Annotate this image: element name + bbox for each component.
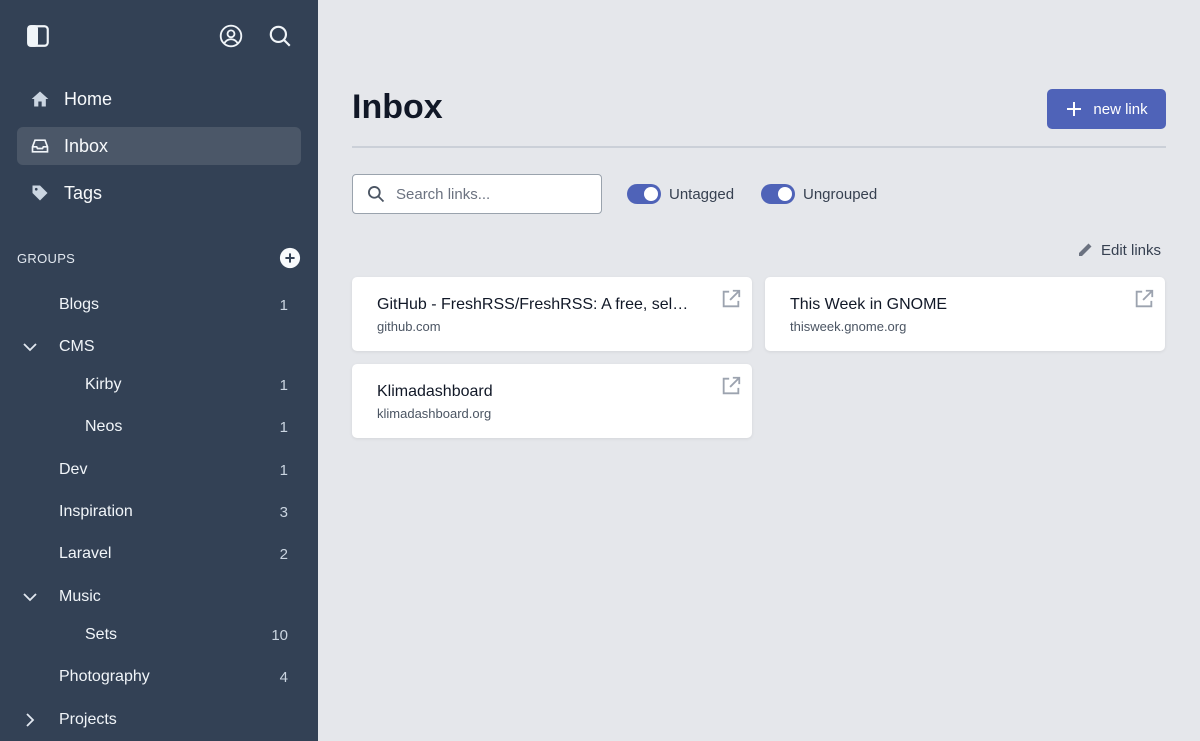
search-icon [368, 186, 385, 203]
link-title: GitHub - FreshRSS/FreshRSS: A free, self… [377, 296, 692, 313]
add-group-icon[interactable] [279, 247, 301, 269]
link-domain: github.com [377, 319, 441, 334]
home-icon [30, 89, 50, 109]
search-box [352, 174, 602, 214]
group-item-projects[interactable]: Projects [0, 702, 318, 738]
group-label: Music [59, 588, 101, 605]
group-count: 3 [279, 503, 288, 521]
group-item-inspiration[interactable]: Inspiration 3 [0, 494, 318, 530]
group-label: Photography [59, 668, 150, 685]
group-label: Kirby [85, 376, 122, 393]
external-link-icon[interactable] [1133, 288, 1155, 310]
link-card[interactable]: GitHub - FreshRSS/FreshRSS: A free, self… [352, 277, 752, 351]
external-link-icon[interactable] [720, 375, 742, 397]
group-count: 10 [271, 626, 288, 644]
chevron-down-icon[interactable] [22, 339, 38, 355]
group-item-neos[interactable]: Neos 1 [0, 409, 318, 445]
link-domain: klimadashboard.org [377, 406, 492, 421]
group-item-blogs[interactable]: Blogs 1 [0, 287, 318, 323]
group-item-cms[interactable]: CMS [0, 329, 318, 365]
group-label: Neos [85, 418, 123, 435]
sidebar-toolbar [0, 0, 318, 72]
new-link-label: new link [1093, 100, 1148, 118]
group-count: 1 [279, 461, 288, 479]
link-title: Klimadashboard [377, 383, 493, 400]
main-content: Inbox new link Untagged Ungrouped Edit l… [318, 0, 1200, 741]
group-label: Inspiration [59, 503, 133, 520]
untagged-toggle[interactable]: Untagged [627, 183, 734, 205]
groups-title: GROUPS [17, 250, 76, 266]
group-count: 4 [279, 668, 288, 686]
group-label: Sets [85, 626, 118, 643]
page-title: Inbox [352, 88, 443, 126]
pencil-icon [1079, 243, 1092, 256]
nav-item-tags[interactable]: Tags [17, 174, 301, 212]
group-count: 1 [279, 418, 288, 436]
chevron-down-icon[interactable] [22, 589, 38, 605]
inbox-icon [30, 136, 50, 156]
search-icon [269, 25, 291, 47]
group-label: Projects [59, 711, 117, 728]
search-input[interactable] [396, 185, 586, 203]
tag-icon [30, 183, 50, 203]
account-button[interactable] [217, 22, 245, 50]
toggle-switch[interactable] [627, 184, 661, 204]
toggle-switch[interactable] [761, 184, 795, 204]
group-item-dev[interactable]: Dev 1 [0, 452, 318, 488]
sidebar: Home Inbox Tags GROUPS Blogs 1 CMS Kirby… [0, 0, 318, 741]
edit-links-label: Edit links [1101, 241, 1162, 259]
toggle-sidebar-button[interactable] [24, 22, 52, 50]
sidebar-toggle-icon [27, 25, 49, 47]
group-item-photography[interactable]: Photography 4 [0, 659, 318, 695]
link-domain: thisweek.gnome.org [790, 319, 907, 334]
plus-icon [1067, 102, 1082, 116]
group-label: CMS [59, 338, 95, 355]
nav-item-inbox[interactable]: Inbox [17, 127, 301, 165]
chevron-right-icon[interactable] [22, 712, 38, 728]
group-item-laravel[interactable]: Laravel 2 [0, 536, 318, 572]
external-link-icon[interactable] [720, 288, 742, 310]
group-count: 1 [279, 376, 288, 394]
group-count: 2 [279, 545, 288, 563]
group-item-music[interactable]: Music [0, 579, 318, 615]
link-card[interactable]: This Week in GNOME thisweek.gnome.org [765, 277, 1165, 351]
group-count: 1 [279, 296, 288, 314]
user-circle-icon [219, 24, 243, 48]
main-nav: Home Inbox Tags [17, 80, 301, 221]
nav-item-label: Home [64, 88, 113, 109]
group-label: Blogs [59, 296, 100, 313]
group-label: Dev [59, 461, 88, 478]
search-button[interactable] [266, 22, 294, 50]
groups-header: GROUPS [17, 246, 301, 270]
link-card[interactable]: Klimadashboard klimadashboard.org [352, 364, 752, 438]
edit-links-button[interactable]: Edit links [1077, 240, 1161, 260]
group-item-kirby[interactable]: Kirby 1 [0, 367, 318, 403]
link-title: This Week in GNOME [790, 296, 948, 313]
group-label: Laravel [59, 545, 112, 562]
nav-item-label: Tags [64, 182, 103, 203]
divider [352, 146, 1166, 148]
new-link-button[interactable]: new link [1047, 89, 1166, 129]
nav-item-home[interactable]: Home [17, 80, 301, 118]
ungrouped-toggle[interactable]: Ungrouped [761, 183, 877, 205]
toggle-label: Ungrouped [803, 185, 878, 203]
group-item-sets[interactable]: Sets 10 [0, 617, 318, 653]
toggle-label: Untagged [669, 185, 735, 203]
nav-item-label: Inbox [64, 135, 109, 156]
